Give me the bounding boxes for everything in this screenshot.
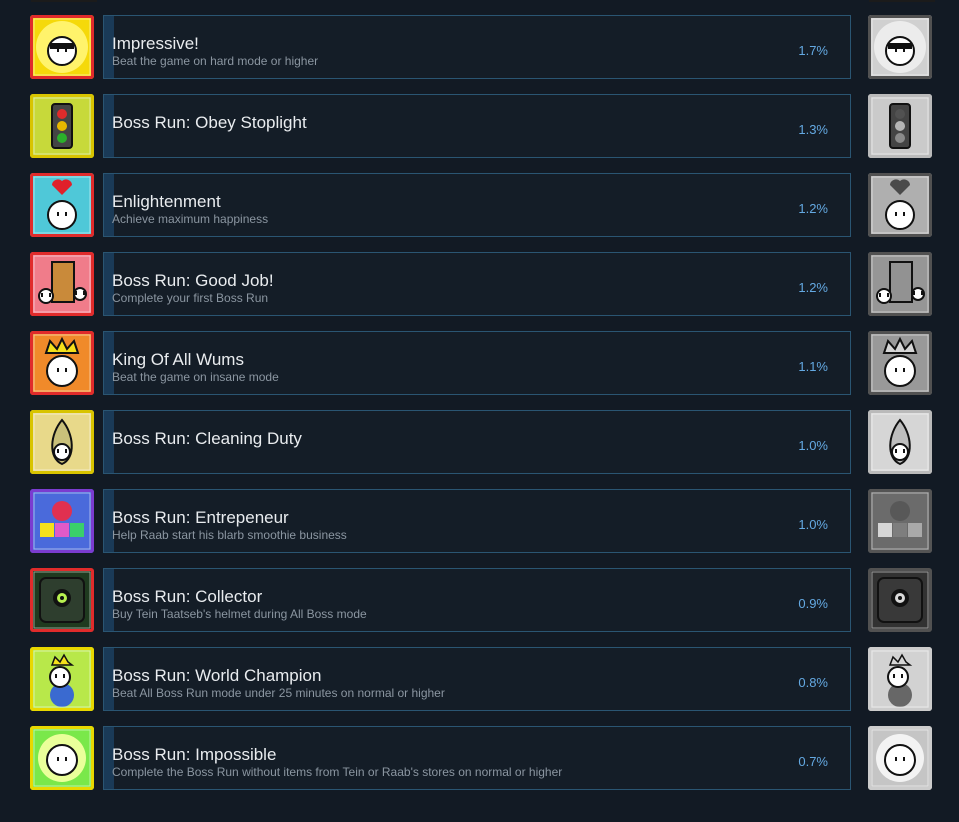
achievement-panel: Boss Run: Cleaning Duty 1.0%: [103, 410, 851, 474]
achievement-row: Boss Run: Collector Buy Tein Taatseb's he…: [0, 568, 959, 632]
sun-wum-icon: [30, 726, 94, 790]
achievement-description: Beat the game on insane mode: [112, 370, 279, 384]
pear-wum-icon: [30, 410, 94, 474]
achievement-row: Boss Run: Cleaning Duty 1.0%: [0, 410, 959, 474]
achievement-description: Help Raab start his blarb smoothie busin…: [112, 528, 347, 542]
crown-wum-gray-icon: [868, 331, 932, 395]
achievement-title: Boss Run: Collector: [112, 587, 263, 606]
stoplight-icon: [30, 94, 94, 158]
achievement-panel: Boss Run: Obey Stoplight 1.3%: [103, 94, 851, 158]
achievement-title: Boss Run: Obey Stoplight: [112, 113, 307, 132]
previous-achievement-icon-gray-edge: [869, 0, 935, 2]
achievement-unlock-percent: 1.7%: [798, 43, 828, 58]
smoothie-blocks-gray-icon: [868, 489, 932, 553]
achievement-unlock-percent: 1.0%: [798, 438, 828, 453]
pear-wum-gray-icon: [868, 410, 932, 474]
achievement-title: Boss Run: World Champion: [112, 666, 322, 685]
achievement-row: Impressive! Beat the game on hard mode or…: [0, 15, 959, 79]
crown-wum-icon: [30, 331, 94, 395]
achievement-panel: Boss Run: Collector Buy Tein Taatseb's he…: [103, 568, 851, 632]
achievement-row: Boss Run: Good Job! Complete your first B…: [0, 252, 959, 316]
heart-wum-icon: [30, 173, 94, 237]
achievement-title: Impressive!: [112, 34, 199, 53]
eye-helmet-icon: [30, 568, 94, 632]
achievement-description: Complete your first Boss Run: [112, 291, 269, 305]
sunglasses-wum-gray-icon: [868, 15, 932, 79]
achievement-description: Achieve maximum happiness: [112, 212, 269, 226]
sun-wum-gray-icon: [868, 726, 932, 790]
achievement-row: Boss Run: World Champion Beat All Boss Ru…: [0, 647, 959, 711]
stoplight-gray-icon: [868, 94, 932, 158]
achievement-unlock-percent: 1.3%: [798, 122, 828, 137]
achievement-unlock-percent: 0.8%: [798, 675, 828, 690]
door-party-gray-icon: [868, 252, 932, 316]
achievement-panel: Boss Run: Entrepeneur Help Raab start his…: [103, 489, 851, 553]
achievement-panel: Enlightenment Achieve maximum happiness 1.…: [103, 173, 851, 237]
achievement-title: Boss Run: Entrepeneur: [112, 508, 289, 527]
achievement-unlock-percent: 1.1%: [798, 359, 828, 374]
champion-wum-icon: [30, 647, 94, 711]
achievement-row: King Of All Wums Beat the game on insane …: [0, 331, 959, 395]
achievement-title: King Of All Wums: [112, 350, 244, 369]
achievement-panel: Boss Run: Impossible Complete the Boss Ru…: [103, 726, 851, 790]
achievement-unlock-percent: 1.2%: [798, 280, 828, 295]
achievement-panel: Boss Run: Good Job! Complete your first B…: [103, 252, 851, 316]
achievement-list: Impressive! Beat the game on hard mode or…: [0, 0, 959, 822]
heart-wum-gray-icon: [868, 173, 932, 237]
achievement-panel: Impressive! Beat the game on hard mode or…: [103, 15, 851, 79]
achievement-unlock-percent: 1.2%: [798, 201, 828, 216]
achievement-title: Boss Run: Impossible: [112, 745, 277, 764]
achievement-row: Boss Run: Impossible Complete the Boss Ru…: [0, 726, 959, 790]
achievement-title: Boss Run: Good Job!: [112, 271, 274, 290]
achievement-row: Enlightenment Achieve maximum happiness 1.…: [0, 173, 959, 237]
sunglasses-wum-icon: [30, 15, 94, 79]
achievement-panel: King Of All Wums Beat the game on insane …: [103, 331, 851, 395]
achievement-title: Boss Run: Cleaning Duty: [112, 429, 302, 448]
champion-wum-gray-icon: [868, 647, 932, 711]
eye-helmet-gray-icon: [868, 568, 932, 632]
achievement-unlock-percent: 0.9%: [798, 596, 828, 611]
achievement-description: Beat All Boss Run mode under 25 minutes …: [112, 686, 445, 700]
achievement-description: Beat the game on hard mode or higher: [112, 54, 319, 68]
door-party-icon: [30, 252, 94, 316]
achievement-panel: Boss Run: World Champion Beat All Boss Ru…: [103, 647, 851, 711]
achievement-title: Enlightenment: [112, 192, 221, 211]
achievement-unlock-percent: 1.0%: [798, 517, 828, 532]
achievement-unlock-percent: 0.7%: [798, 754, 828, 769]
achievement-row: Boss Run: Obey Stoplight 1.3%: [0, 94, 959, 158]
achievement-description: Complete the Boss Run without items from…: [112, 765, 563, 779]
previous-achievement-icon-edge: [31, 0, 97, 2]
achievement-description: Buy Tein Taatseb's helmet during All Bos…: [112, 607, 367, 621]
smoothie-blocks-icon: [30, 489, 94, 553]
achievement-row: Boss Run: Entrepeneur Help Raab start his…: [0, 489, 959, 553]
